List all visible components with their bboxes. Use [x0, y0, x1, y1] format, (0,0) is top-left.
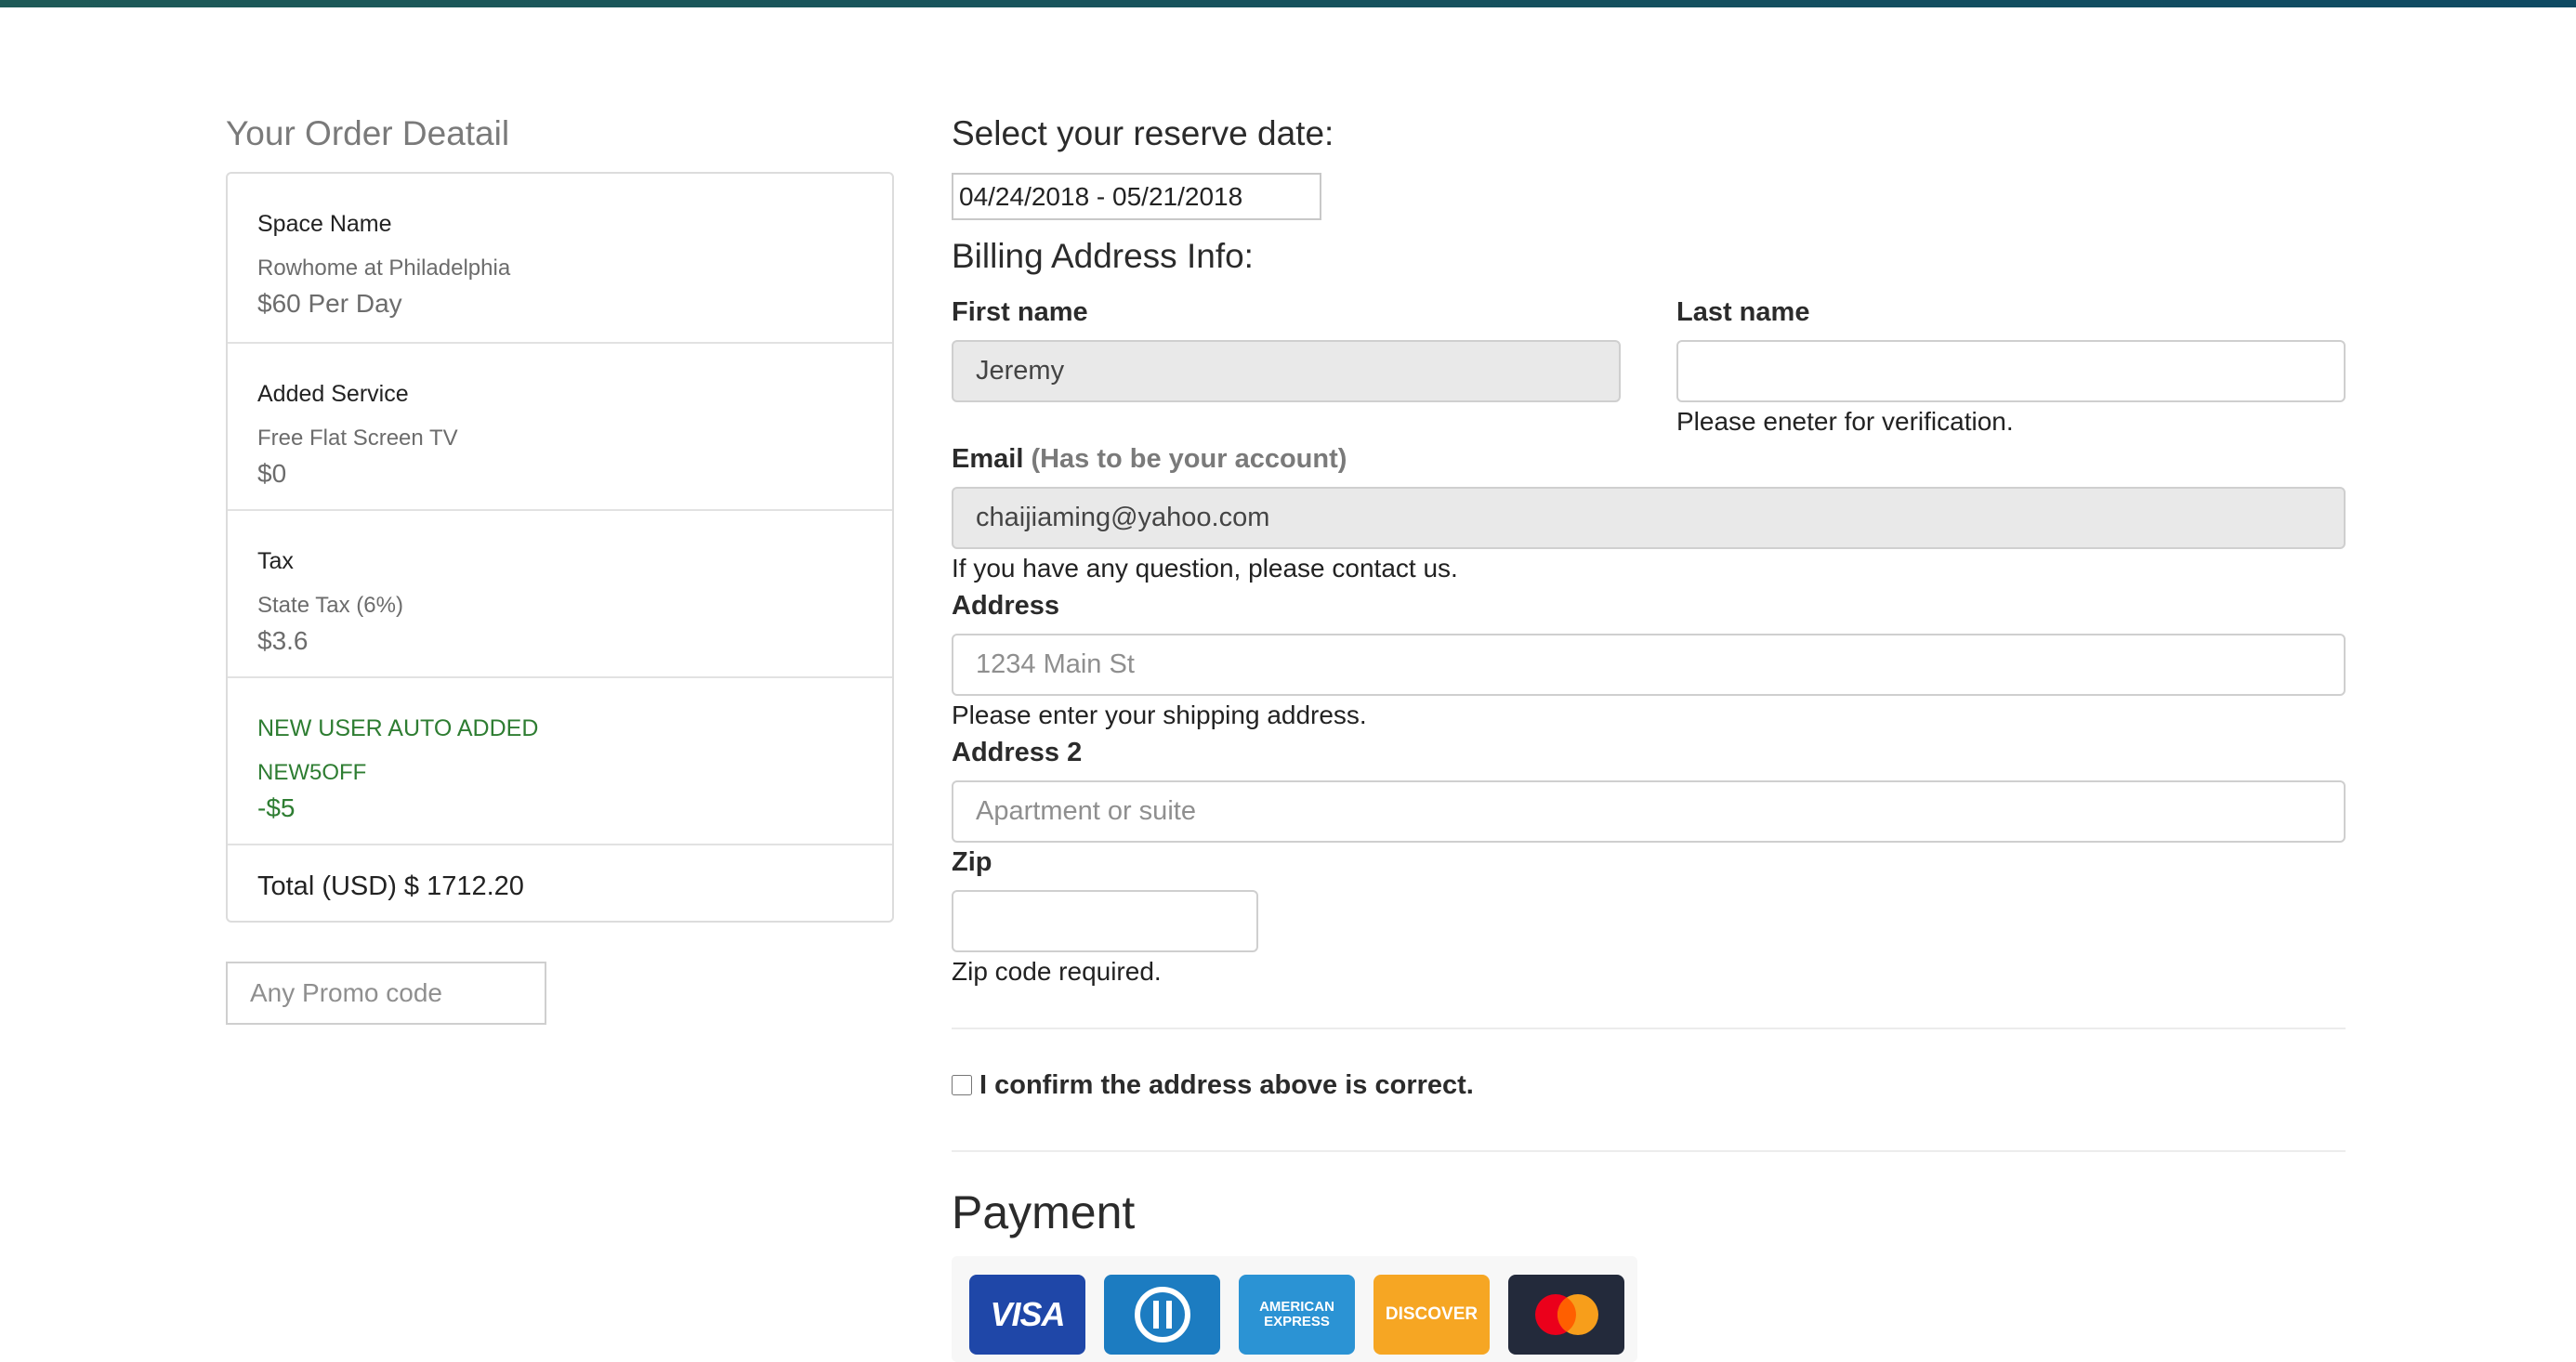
section-divider [952, 1150, 2346, 1152]
order-item-price: $3.6 [257, 626, 309, 655]
order-item-subtitle: Free Flat Screen TV [257, 426, 458, 451]
order-item-subtitle: State Tax (6%) [257, 593, 403, 618]
confirm-address-checkbox[interactable] [952, 1075, 972, 1095]
payment-heading: Payment [952, 1186, 1136, 1238]
order-item-title: Tax [257, 548, 294, 574]
address2-label: Address 2 [952, 738, 1083, 767]
order-detail-title: Your Order Deatail [226, 114, 510, 152]
order-item-subtitle: Rowhome at Philadelphia [257, 255, 511, 281]
address-label: Address [952, 591, 1060, 621]
address-help: Please enter your shipping address. [952, 701, 1367, 729]
date-range-input[interactable] [952, 173, 1321, 220]
discover-card-text: DISCOVER [1385, 1304, 1479, 1324]
visa-icon[interactable]: VISA [969, 1275, 1085, 1355]
address-field[interactable] [952, 634, 2346, 696]
order-item-title: Space Name [257, 211, 392, 237]
order-total-row: Total (USD) $ 1712.20 [228, 844, 892, 923]
order-item-price: $0 [257, 459, 287, 488]
order-item-service: Added Service Free Flat Screen TV $0 [228, 342, 892, 509]
confirm-address-label: I confirm the address above is correct. [979, 1069, 1474, 1100]
amex-icon[interactable]: AMERICAN EXPRESS [1239, 1275, 1355, 1355]
first-name-field[interactable] [952, 340, 1621, 402]
confirm-address-row[interactable]: I confirm the address above is correct. [952, 1069, 1474, 1100]
email-label-note: (Has to be your account) [1031, 444, 1347, 474]
top-accent-bar [0, 0, 2576, 7]
order-total-value: $ 1712.20 [403, 871, 524, 901]
last-name-help: Please eneter for verification. [1676, 407, 2014, 436]
amex-card-text: AMERICAN EXPRESS [1259, 1299, 1334, 1329]
payment-card-list: VISA AMERICAN EXPRESS DISCOVER [952, 1256, 1637, 1362]
order-item-tax: Tax State Tax (6%) $3.6 [228, 509, 892, 676]
zip-field[interactable] [952, 890, 1258, 952]
email-label-text: Email [952, 444, 1024, 474]
order-total: Total (USD) $ 1712.20 [257, 871, 524, 902]
mastercard-icon[interactable] [1508, 1275, 1624, 1355]
email-field[interactable] [952, 487, 2346, 549]
promo-code-input[interactable] [226, 962, 546, 1025]
billing-heading: Billing Address Info: [952, 237, 1254, 275]
order-item-price: -$5 [257, 793, 296, 822]
diners-club-symbol [1134, 1287, 1190, 1342]
email-label: Email (Has to be your account) [952, 444, 1347, 475]
first-name-label: First name [952, 297, 1088, 327]
order-item-space: Space Name Rowhome at Philadelphia $60 P… [228, 174, 892, 342]
order-item-promo: NEW USER AUTO ADDED NEW5OFF -$5 [228, 676, 892, 844]
last-name-label: Last name [1676, 297, 1810, 327]
order-item-title: Added Service [257, 381, 409, 407]
order-item-subtitle: NEW5OFF [257, 760, 367, 785]
order-item-title: NEW USER AUTO ADDED [257, 715, 539, 741]
section-divider [952, 1028, 2346, 1029]
zip-label: Zip [952, 847, 992, 877]
order-summary-card: Space Name Rowhome at Philadelphia $60 P… [226, 172, 894, 923]
email-help: If you have any question, please contact… [952, 554, 1458, 583]
visa-card-text: VISA [990, 1295, 1065, 1333]
order-item-price: $60 Per Day [257, 289, 402, 318]
last-name-field[interactable] [1676, 340, 2346, 402]
diners-club-icon[interactable] [1104, 1275, 1220, 1355]
discover-icon[interactable]: DISCOVER [1373, 1275, 1490, 1355]
zip-help: Zip code required. [952, 957, 1162, 986]
mastercard-symbol [1534, 1294, 1598, 1335]
order-total-label: Total (USD) [257, 871, 397, 901]
address2-field[interactable] [952, 780, 2346, 843]
reserve-date-heading: Select your reserve date: [952, 114, 1334, 152]
